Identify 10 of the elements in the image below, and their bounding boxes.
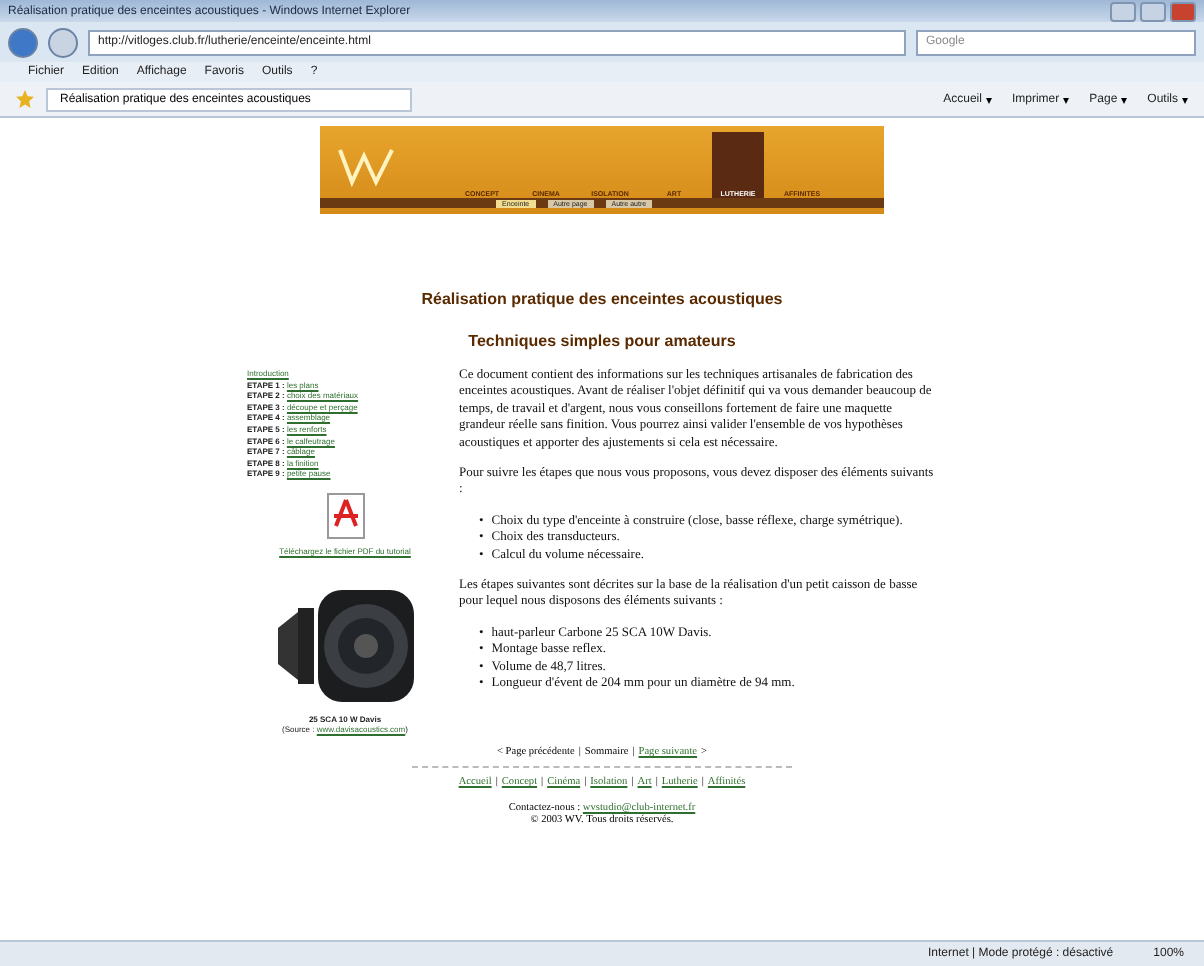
close-button[interactable]	[1170, 1, 1196, 21]
page-subheading: Techniques simples pour amateurs	[468, 332, 736, 350]
maximize-button[interactable]	[1140, 1, 1166, 21]
back-button[interactable]	[8, 27, 38, 57]
pdf-icon	[325, 491, 365, 540]
forward-button[interactable]	[48, 27, 78, 57]
star-icon[interactable]	[16, 90, 34, 108]
minimize-button[interactable]	[1110, 1, 1136, 21]
logo-icon	[336, 143, 396, 187]
page-heading: Réalisation pratique des enceintes acoustiques	[421, 290, 783, 308]
